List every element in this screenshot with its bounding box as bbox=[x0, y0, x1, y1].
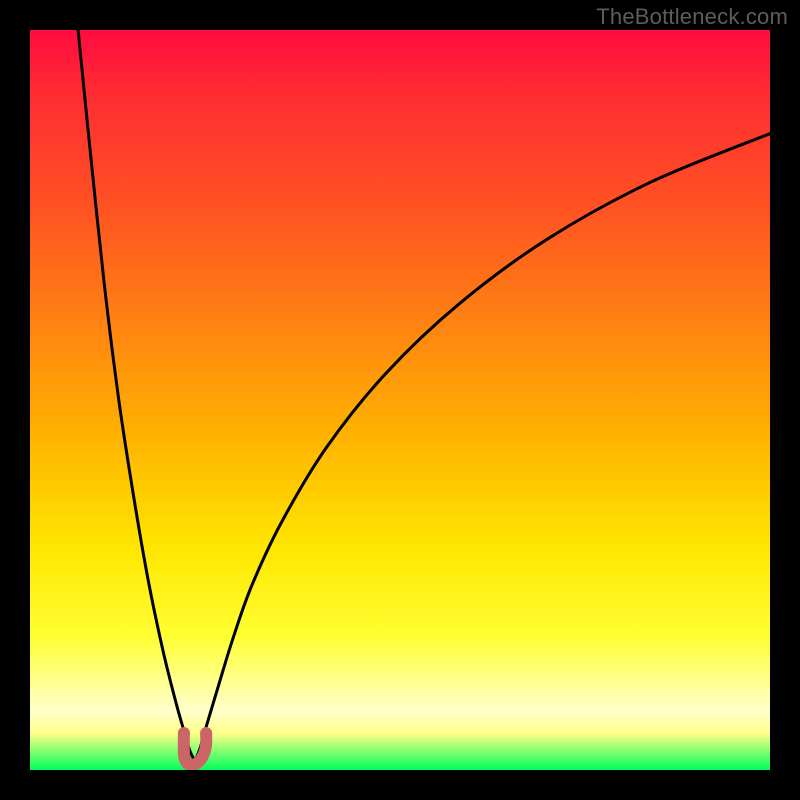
watermark-label: TheBottleneck.com bbox=[596, 4, 788, 30]
plot-area bbox=[30, 30, 770, 770]
curves-svg bbox=[30, 30, 770, 770]
curve-left bbox=[78, 30, 195, 761]
chart-frame: TheBottleneck.com bbox=[0, 0, 800, 800]
optimal-u-marker bbox=[184, 733, 207, 765]
curve-right bbox=[195, 134, 770, 762]
